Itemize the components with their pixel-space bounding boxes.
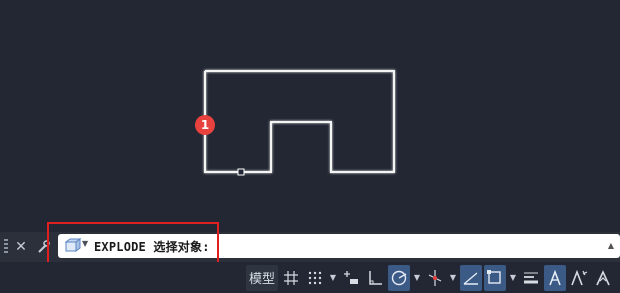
- chevron-up-icon[interactable]: ▲: [608, 241, 614, 250]
- isodraft-icon[interactable]: [424, 265, 446, 291]
- chevron-down-icon[interactable]: ▼: [82, 239, 88, 248]
- command-input[interactable]: ▼ EXPLODE 选择对象: ▲: [58, 234, 620, 258]
- close-command-icon[interactable]: ✕: [12, 238, 30, 256]
- command-history-icon[interactable]: [64, 238, 82, 254]
- step-marker-badge: 1: [195, 115, 215, 135]
- auto-scale-icon[interactable]: [568, 265, 590, 291]
- customize-wrench-icon[interactable]: [34, 238, 52, 256]
- object-snap-tracking-icon[interactable]: [460, 264, 482, 291]
- drag-handle[interactable]: [4, 239, 8, 255]
- annotation-scale-icon[interactable]: [592, 265, 614, 291]
- grid-icon[interactable]: [280, 265, 302, 291]
- snap-dots-icon[interactable]: [304, 265, 326, 291]
- drawing-svg: [204, 70, 395, 176]
- ortho-icon[interactable]: [364, 265, 386, 291]
- grip-square[interactable]: [237, 168, 245, 176]
- command-prompt-text: EXPLODE 选择对象:: [94, 240, 210, 254]
- chevron-down-icon[interactable]: ▼: [412, 265, 422, 291]
- polyline-object[interactable]: [204, 70, 395, 173]
- model-space-button[interactable]: 模型: [245, 264, 278, 291]
- chevron-down-icon[interactable]: ▼: [508, 265, 518, 291]
- chevron-down-icon[interactable]: ▼: [328, 265, 338, 291]
- drawing-canvas[interactable]: 1: [0, 0, 620, 232]
- status-bar: 模型 ▼ ▼ ▼ ▼: [0, 262, 620, 293]
- object-snap-icon[interactable]: [484, 264, 506, 291]
- annotation-visibility-icon[interactable]: [544, 264, 566, 291]
- chevron-down-icon[interactable]: ▼: [448, 265, 458, 291]
- lineweight-icon[interactable]: [520, 265, 542, 291]
- infer-constraints-icon[interactable]: [340, 265, 362, 291]
- polar-tracking-icon[interactable]: [388, 264, 410, 291]
